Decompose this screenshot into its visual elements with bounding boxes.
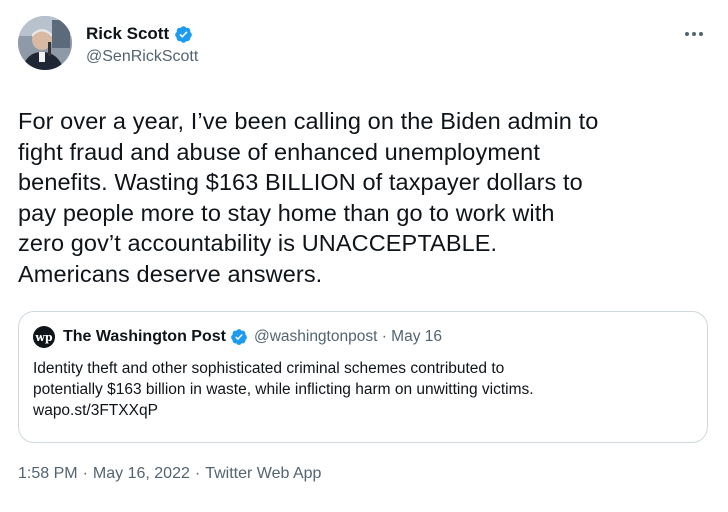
quote-author-name: The Washington Post <box>63 328 226 345</box>
tweet-date[interactable]: May 16, 2022 <box>93 465 190 483</box>
name-row: Rick Scott <box>86 22 198 46</box>
tweet-text: For over a year, I’ve been calling on th… <box>18 108 599 287</box>
user-block: Rick Scott @SenRickScott <box>86 22 198 66</box>
separator: · <box>82 465 88 482</box>
quote-handle-date: @washingtonpost · May 16 <box>253 328 443 345</box>
verified-badge-icon <box>231 329 247 345</box>
tweet-time[interactable]: 1:58 PM <box>18 465 78 483</box>
quote-text: Identity theft and other sophisticated c… <box>33 360 534 419</box>
tweet-card: Rick Scott @SenRickScott For over a year… <box>0 0 728 512</box>
verified-badge-icon <box>174 25 193 44</box>
separator: · <box>194 465 201 482</box>
tweet-source[interactable]: Twitter Web App <box>205 465 321 483</box>
more-horizontal-icon[interactable] <box>682 26 706 36</box>
avatar-image <box>18 16 72 70</box>
washington-post-logo-icon: wp <box>33 326 55 348</box>
quote-header: wp The Washington Post @washingtonpost ·… <box>33 326 693 348</box>
tweet-header: Rick Scott @SenRickScott <box>18 16 710 80</box>
tweet-footer: 1:58 PM · May 16, 2022 · Twitter Web App <box>18 465 710 483</box>
avatar[interactable] <box>18 16 72 70</box>
quote-tweet[interactable]: wp The Washington Post @washingtonpost ·… <box>18 311 708 443</box>
author-handle[interactable]: @SenRickScott <box>86 48 198 66</box>
author-name[interactable]: Rick Scott <box>86 24 169 44</box>
